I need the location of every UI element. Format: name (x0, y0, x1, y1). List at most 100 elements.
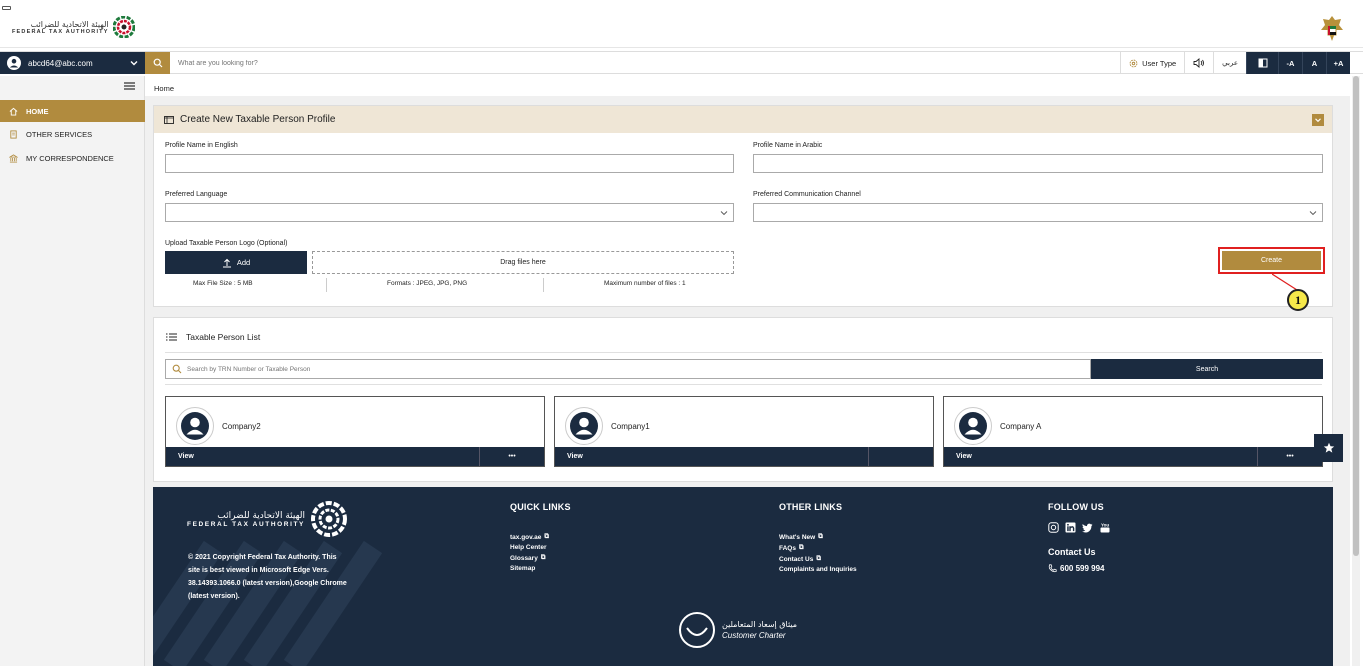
preferred-language-select[interactable] (165, 203, 734, 222)
audio-button[interactable] (1184, 52, 1213, 74)
file-drop-zone[interactable]: Drag files here (312, 251, 734, 274)
footer-link-label: What's New (779, 533, 816, 541)
phone-icon (1048, 564, 1057, 573)
sidebar-item-home[interactable]: HOME (0, 100, 145, 122)
svg-text:You: You (1101, 523, 1109, 528)
user-type-button[interactable]: User Type (1120, 52, 1184, 74)
fta-emblem-icon (310, 501, 347, 537)
global-search-button[interactable] (145, 52, 170, 74)
quick-links-column: QUICK LINKS tax.gov.ae ⧉ Help Center Glos… (510, 502, 571, 572)
footer-link-sitemap[interactable]: Sitemap (510, 565, 571, 572)
file-formats: Formats : JPEG, JPG, PNG (387, 280, 468, 287)
font-decrease-button[interactable]: -A (1278, 52, 1302, 74)
create-button[interactable]: Create (1222, 251, 1321, 270)
contact-us-title: Contact Us (1048, 547, 1096, 557)
breadcrumb[interactable]: Home (154, 84, 174, 93)
preferred-channel-label: Preferred Communication Channel (753, 191, 861, 198)
add-file-button[interactable]: Add (165, 251, 307, 274)
step-callout: 1 (1287, 289, 1309, 311)
view-button[interactable]: View (944, 453, 1257, 460)
more-options-button[interactable]: ••• (479, 447, 544, 466)
company-avatar (954, 407, 992, 445)
collapse-toggle[interactable] (1312, 114, 1324, 126)
chevron-down-icon[interactable] (129, 58, 139, 68)
footer-logo[interactable]: الهيئة الاتحادية للضرائب FEDERAL TAX AUT… (187, 501, 347, 537)
company-card[interactable]: Company A View ••• (943, 396, 1323, 467)
company-avatar (176, 407, 214, 445)
scrollbar-thumb[interactable] (1353, 76, 1359, 556)
global-search-input[interactable] (172, 54, 1092, 72)
gear-icon (1129, 59, 1138, 67)
chevron-down-icon (1309, 211, 1317, 216)
footer-link-glossary[interactable]: Glossary ⧉ (510, 554, 571, 562)
profile-name-ar-label: Profile Name in Arabic (753, 142, 823, 149)
info-divider (543, 278, 544, 292)
chevron-down-icon (1315, 118, 1321, 123)
divider (165, 352, 1322, 353)
font-default-button[interactable]: A (1302, 52, 1326, 74)
footer-link-label: Sitemap (510, 565, 536, 572)
profile-name-en-label: Profile Name in English (165, 142, 238, 149)
language-toggle[interactable]: عربي (1213, 52, 1246, 74)
font-increase-button[interactable]: +A (1326, 52, 1350, 74)
info-divider (326, 278, 327, 292)
sidebar-item-my-correspondence[interactable]: MY CORRESPONDENCE (0, 147, 145, 169)
user-menu[interactable]: abcd64@abc.com (0, 52, 145, 74)
linkedin-icon[interactable] (1065, 522, 1076, 533)
customer-charter-smile-icon (679, 612, 715, 648)
fta-logo[interactable]: الهيئة الاتحادية للضرائب FEDERAL TAX AUT… (12, 16, 135, 38)
footer-link-faqs[interactable]: FAQs ⧉ (779, 544, 857, 552)
list-search-input[interactable] (187, 365, 1067, 373)
contrast-toggle[interactable] (1246, 52, 1278, 74)
external-link-icon: ⧉ (544, 533, 549, 540)
create-profile-header: Create New Taxable Person Profile (154, 106, 1332, 133)
external-link-icon: ⧉ (816, 555, 821, 562)
footer-link-label: Help Center (510, 544, 547, 551)
external-link-icon: ⧉ (798, 544, 804, 551)
footer-link-help-center[interactable]: Help Center (510, 544, 571, 551)
footer-link-tax-gov[interactable]: tax.gov.ae ⧉ (510, 533, 571, 541)
footer-link-contact-us[interactable]: Contact Us ⧉ (779, 555, 857, 563)
window-minimize-icon[interactable] (2, 6, 11, 10)
sidebar-item-other-services[interactable]: OTHER SERVICES (0, 123, 145, 145)
add-file-label: Add (236, 258, 251, 267)
profile-name-ar-input[interactable] (753, 154, 1323, 173)
profile-name-en-input[interactable] (165, 154, 734, 173)
footer-link-complaints[interactable]: Complaints and Inquiries (779, 566, 857, 573)
quick-links-title: QUICK LINKS (510, 502, 571, 512)
preferred-channel-select[interactable] (753, 203, 1323, 222)
more-options-button[interactable]: ••• (1257, 447, 1322, 466)
favorites-star-button[interactable] (1314, 434, 1343, 462)
customer-charter[interactable]: ميثاق إسعاد المتعاملين Customer Charter (678, 611, 797, 649)
external-link-icon: ⧉ (540, 554, 546, 561)
uae-emblem-icon (1319, 14, 1345, 46)
top-header: الهيئة الاتحادية للضرائب FEDERAL TAX AUT… (0, 0, 1363, 48)
profile-card-icon (164, 116, 174, 124)
preferred-language-label: Preferred Language (165, 191, 228, 198)
create-profile-title: Create New Taxable Person Profile (180, 114, 336, 125)
view-button[interactable]: View (166, 453, 479, 460)
create-profile-panel: Create New Taxable Person Profile Profil… (153, 105, 1333, 307)
divider (165, 384, 1322, 385)
footer-link-whats-new[interactable]: What's New ⧉ (779, 533, 857, 541)
more-options-button[interactable] (868, 447, 933, 466)
view-button[interactable]: View (555, 453, 868, 460)
list-search-field[interactable] (165, 359, 1091, 379)
footer-logo-arabic: الهيئة الاتحادية للضرائب (217, 510, 305, 521)
max-file-size: Max File Size : 5 MB (193, 280, 253, 287)
taxable-person-list-panel: Taxable Person List Search Company2 View… (153, 317, 1333, 482)
list-search-button[interactable]: Search (1091, 359, 1323, 379)
company-card[interactable]: Company1 View (554, 396, 934, 467)
phone-link[interactable]: 600 599 994 (1048, 564, 1110, 573)
user-email: abcd64@abc.com (28, 58, 93, 68)
youtube-icon[interactable]: You (1099, 522, 1110, 533)
user-type-label: User Type (1142, 58, 1177, 68)
company-card[interactable]: Company2 View ••• (165, 396, 545, 467)
hamburger-menu-icon[interactable] (124, 82, 135, 90)
home-icon (9, 107, 18, 116)
twitter-icon[interactable] (1082, 522, 1093, 533)
copyright-text: © 2021 Copyright Federal Tax Authority. … (188, 554, 347, 600)
logo-arabic-text: الهيئة الاتحادية للضرائب (30, 19, 109, 29)
instagram-icon[interactable] (1048, 522, 1059, 533)
building-icon (9, 153, 18, 163)
